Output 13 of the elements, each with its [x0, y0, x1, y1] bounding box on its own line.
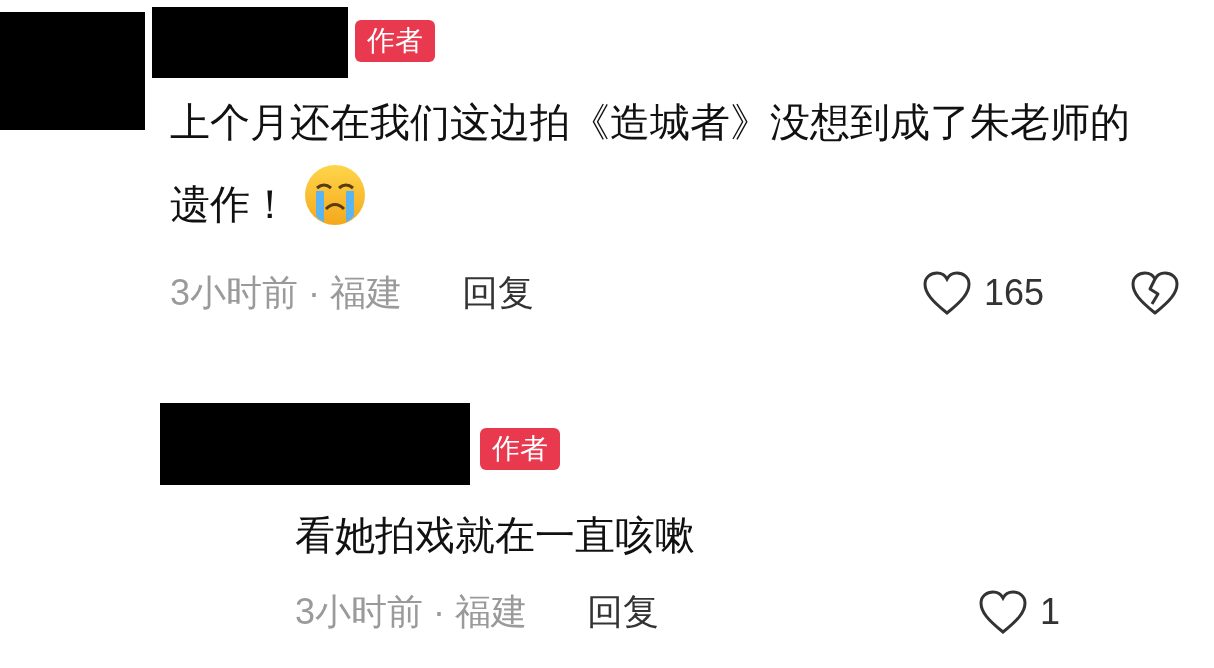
- heart-icon[interactable]: [921, 270, 972, 316]
- comment-meta: 3小时前 · 福建: [170, 271, 402, 315]
- comment-text: 看她拍戏就在一直咳嗽: [295, 513, 695, 557]
- like-count: 165: [983, 271, 1044, 315]
- reply-button[interactable]: 回复: [587, 585, 659, 639]
- broken-heart-icon[interactable]: [1130, 270, 1180, 316]
- like-count: 1: [1039, 590, 1060, 634]
- author-badge: 作者: [480, 428, 560, 470]
- author-badge: 作者: [355, 20, 435, 62]
- comment-meta: 3小时前 · 福建: [295, 590, 527, 634]
- reply-button[interactable]: 回复: [462, 266, 534, 320]
- heart-icon[interactable]: [977, 589, 1028, 635]
- comment-text: 上个月还在我们这边拍《造城者》没想到成了朱老师的遗作！: [170, 100, 1130, 226]
